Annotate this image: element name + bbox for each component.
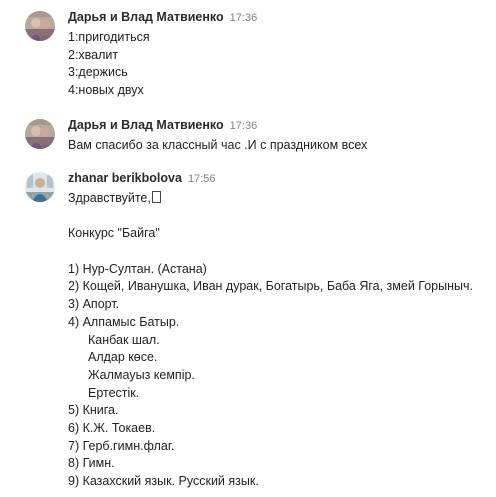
comment-header: zhanar berikbolova 17:56: [68, 169, 215, 187]
text-line: Вам спасибо за классный час .И с праздни…: [68, 138, 368, 152]
text-line: 4:новых двух: [68, 83, 144, 98]
author-name[interactable]: Дарья и Влад Матвиенко: [68, 118, 224, 132]
avatar-photo-icon: [25, 119, 55, 149]
avatar-photo-icon: [25, 172, 55, 202]
sub-answer-line: Ертестік.: [88, 385, 140, 400]
answer-line: 1) Нур-Султан. (Астана): [68, 261, 207, 276]
comment-header: Дарья и Влад Матвиенко 17:36: [68, 8, 257, 26]
unsupported-emoji-icon: [151, 191, 161, 203]
sub-answer-line: Канбак шал.: [88, 332, 160, 347]
avatar-photo-icon: [25, 11, 55, 41]
answer-line: 5) Книга.: [68, 403, 119, 418]
answer-line: 6) К.Ж. Токаев.: [68, 420, 156, 435]
answer-line: 4) Алпамыс Батыр.: [68, 314, 180, 329]
text-line: 3:держись: [68, 65, 128, 80]
avatar[interactable]: [25, 11, 55, 41]
avatar[interactable]: [25, 119, 55, 149]
greeting-line: Здравствуйте,: [68, 190, 473, 208]
answer-line: 8) Гимн.: [68, 456, 115, 471]
answer-line: 9) Казахский язык. Русский язык.: [68, 474, 259, 488]
answer-line: 7) Герб.гимн.флаг.: [68, 438, 175, 453]
timestamp[interactable]: 17:36: [230, 120, 258, 132]
text-line: 1:пригодиться: [68, 30, 150, 44]
answer-line: 2) Кощей, Иванушка, Иван дурак, Богатырь…: [68, 279, 473, 294]
author-name[interactable]: Дарья и Влад Матвиенко: [68, 10, 224, 24]
author-name[interactable]: zhanar berikbolova: [68, 171, 182, 185]
answer-line: 3) Апорт.: [68, 297, 120, 312]
sub-answer-line: Жалмауыз кемпір.: [88, 367, 195, 382]
sub-answer-line: Алдар көсе.: [88, 350, 158, 365]
comment-text: Вам спасибо за классный час .И с праздни…: [68, 137, 367, 155]
text-line: 2:хвалит: [68, 47, 119, 62]
comment-text: 1:пригодиться 2:хвалит 3:держись 4:новых…: [68, 29, 150, 100]
comment-text: Здравствуйте, Конкурс "Байга" 1) Нур-Сул…: [68, 190, 473, 491]
timestamp[interactable]: 17:36: [230, 12, 258, 24]
greeting-text: Здравствуйте,: [68, 191, 151, 205]
avatar[interactable]: [25, 172, 55, 202]
comment-header: Дарья и Влад Матвиенко 17:36: [68, 116, 257, 134]
contest-title: Конкурс "Байга": [68, 226, 160, 241]
timestamp[interactable]: 17:56: [188, 173, 216, 185]
comments-feed: Дарья и Влад Матвиенко 17:36 1:пригодитьс…: [0, 0, 496, 497]
